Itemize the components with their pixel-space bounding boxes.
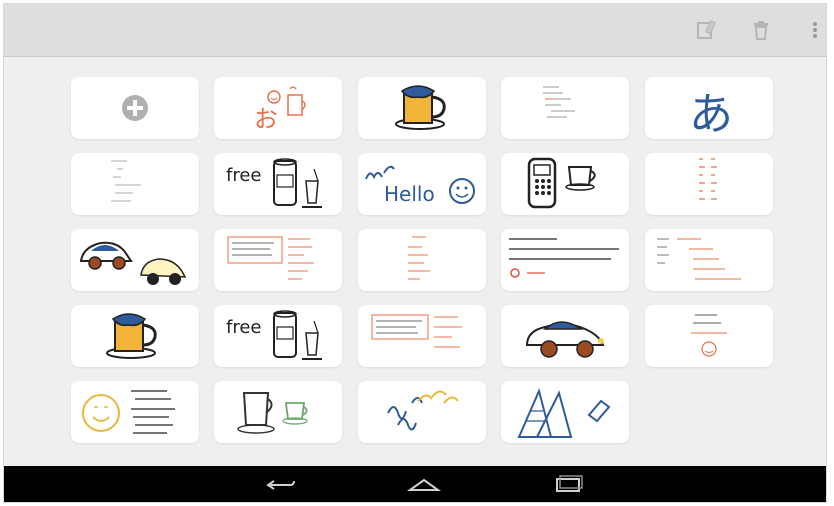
note-faint-text[interactable] bbox=[71, 153, 199, 215]
note-blue-car[interactable] bbox=[501, 305, 629, 367]
note-text: free bbox=[226, 165, 262, 186]
note-coffee-cups[interactable] bbox=[214, 381, 342, 443]
note-small-face[interactable] bbox=[645, 305, 773, 367]
note-beer-mug-2[interactable] bbox=[71, 305, 199, 367]
note-yellow-smiley[interactable] bbox=[71, 381, 199, 443]
edit-icon[interactable] bbox=[693, 17, 719, 43]
note-blue-yellow-scribbles[interactable] bbox=[358, 381, 486, 443]
plus-icon bbox=[122, 95, 148, 121]
note-text: お bbox=[254, 105, 278, 133]
delete-icon[interactable] bbox=[748, 17, 774, 43]
note-beer-mug[interactable] bbox=[358, 77, 486, 139]
note-red-sketch-2[interactable] bbox=[358, 305, 486, 367]
note-free-drinks-2[interactable]: free bbox=[214, 305, 342, 367]
note-red-lines[interactable] bbox=[358, 229, 486, 291]
note-text: free bbox=[226, 317, 262, 338]
note-text: Hello bbox=[384, 182, 435, 206]
note-hiragana-a[interactable]: あ bbox=[645, 77, 773, 139]
notes-grid: お あ free Hello free bbox=[71, 77, 781, 447]
note-free-drinks[interactable]: free bbox=[214, 153, 342, 215]
note-red-sketch[interactable] bbox=[214, 229, 342, 291]
note-tiny-text[interactable] bbox=[501, 77, 629, 139]
note-triangles[interactable] bbox=[501, 381, 629, 443]
note-two-cars[interactable] bbox=[71, 229, 199, 291]
system-navigation-bar bbox=[4, 466, 826, 502]
add-note-tile[interactable] bbox=[71, 77, 199, 139]
home-icon[interactable] bbox=[404, 472, 444, 496]
note-mixed-text[interactable] bbox=[645, 229, 773, 291]
app-window: お あ free Hello free bbox=[4, 4, 826, 502]
action-bar bbox=[4, 4, 826, 57]
note-handwritten-text[interactable] bbox=[501, 229, 629, 291]
recents-icon[interactable] bbox=[548, 472, 588, 496]
note-phone-cup[interactable] bbox=[501, 153, 629, 215]
note-smiley-cup[interactable]: お bbox=[214, 77, 342, 139]
overflow-menu-icon[interactable] bbox=[802, 17, 826, 43]
back-icon[interactable] bbox=[262, 472, 302, 496]
note-text: あ bbox=[689, 89, 733, 139]
note-vertical-japanese[interactable] bbox=[645, 153, 773, 215]
note-hello-smiley[interactable]: Hello bbox=[358, 153, 486, 215]
